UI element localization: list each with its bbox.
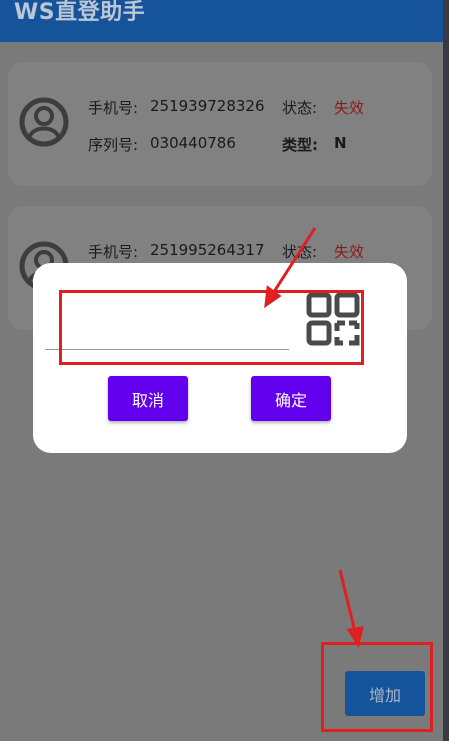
app-title: WS直登助手: [14, 0, 146, 25]
phone-value: 251939728326: [150, 97, 265, 115]
serial-value: 030440786: [150, 134, 236, 152]
user-avatar-icon: [19, 97, 69, 147]
type-value: N: [334, 134, 347, 152]
phone-label: 手机号:: [88, 99, 139, 117]
annotation-box-add: [321, 642, 433, 732]
serial-label: 序列号:: [88, 136, 139, 154]
status-value: 失效: [334, 99, 365, 117]
annotation-box-input: [59, 290, 364, 365]
phone-label: 手机号:: [88, 243, 139, 261]
confirm-button[interactable]: 确定: [251, 376, 331, 421]
screen-edge: [443, 0, 449, 741]
type-label: 类型:: [282, 136, 318, 154]
status-label: 状态:: [282, 99, 318, 117]
phone-value: 251995264317: [150, 241, 265, 259]
status-value: 失效: [334, 243, 365, 261]
cancel-button[interactable]: 取消: [108, 376, 188, 421]
account-card[interactable]: 手机号: 251939728326 状态: 失效 序列号: 030440786 …: [8, 62, 432, 186]
app-bar: WS直登助手: [0, 0, 443, 42]
arrow-to-add: [338, 569, 358, 637]
status-label: 状态:: [282, 243, 318, 261]
